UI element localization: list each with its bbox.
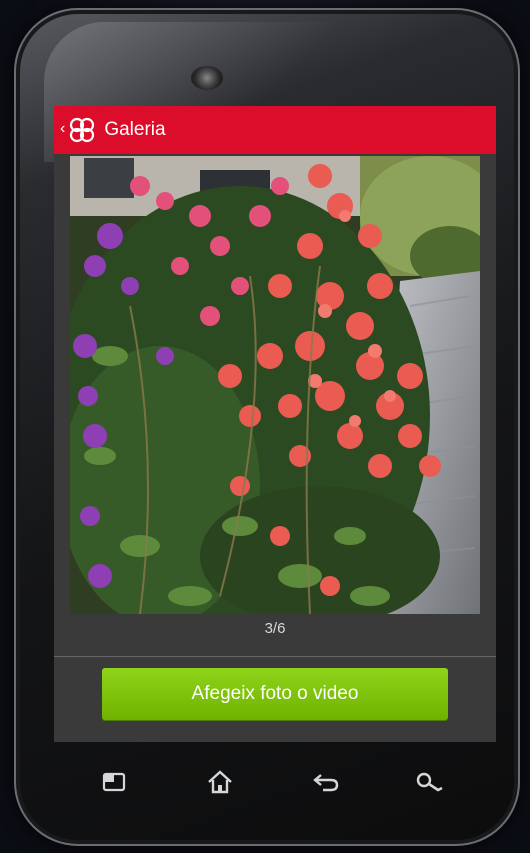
gallery-photo[interactable] (70, 156, 480, 614)
photo-counter: 3/6 (264, 620, 286, 637)
app-logo-icon[interactable] (67, 115, 97, 145)
search-key[interactable] (410, 764, 450, 800)
app-screen: ‹ Galeria 3/6 Afegeix foto o video (54, 106, 496, 742)
menu-icon (102, 772, 126, 792)
flower-photo-image (70, 156, 480, 614)
home-icon (208, 770, 232, 794)
search-icon (416, 772, 443, 792)
menu-key[interactable] (94, 764, 134, 800)
back-icon (313, 774, 339, 792)
divider (54, 656, 496, 657)
action-bar: ‹ Galeria (54, 106, 496, 154)
back-chevron-icon[interactable]: ‹ (60, 120, 65, 138)
add-photo-video-button[interactable]: Afegeix foto o video (102, 668, 448, 720)
home-key[interactable] (200, 764, 240, 800)
back-key[interactable] (306, 764, 346, 800)
front-camera (191, 66, 223, 90)
page-title: Galeria (104, 119, 166, 140)
